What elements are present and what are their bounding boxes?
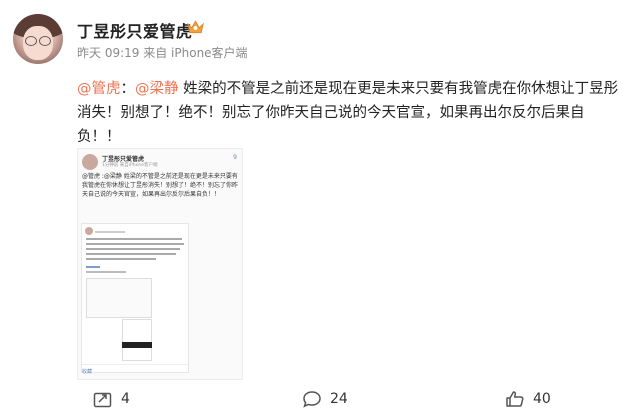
nested-screenshot <box>81 223 189 373</box>
nested-action-bar <box>82 364 188 372</box>
post-header: 丁昱彤只爱管虎 昨天 09:19 来自 iPhone客户端 <box>0 0 640 66</box>
post-source[interactable]: 来自 iPhone客户端 <box>143 46 247 60</box>
crown-badge-icon <box>187 20 204 34</box>
nested-card <box>86 278 152 318</box>
nested-card-2 <box>122 319 152 361</box>
mention-guanhu[interactable]: @管虎 <box>77 81 121 97</box>
nested-avatar <box>85 227 93 235</box>
like-button[interactable]: 40 <box>505 388 551 410</box>
embedded-screenshot-image[interactable]: 丁昱彤只爱管虎 1分钟前 来自iPhone客户端 9 @管虎 :@梁静 姓梁的不… <box>77 148 243 380</box>
like-count: 40 <box>533 391 551 407</box>
avatar-glasses-left <box>25 36 37 46</box>
repost-icon <box>93 392 112 408</box>
thumbs-up-icon <box>506 391 524 407</box>
embedded-text: @管虎 :@梁静 姓梁的不管是之前还是现在更是未来只要有我管虎在你休想让丁昱彤消… <box>82 173 239 198</box>
nested-redaction-bar <box>122 342 152 348</box>
nested-link-line <box>86 266 100 268</box>
avatar[interactable] <box>13 14 63 64</box>
nested-text-line <box>86 248 180 250</box>
repost-count: 4 <box>121 391 130 407</box>
action-bar: 4 24 40 <box>0 384 640 415</box>
repost-button[interactable]: 4 <box>93 388 130 410</box>
nested-text-line <box>86 253 176 255</box>
embedded-meta: 1分钟前 来自iPhone客户端 <box>102 163 158 168</box>
embedded-avatar <box>82 154 98 170</box>
nested-text-line <box>86 238 182 240</box>
avatar-glasses-right <box>39 36 51 46</box>
embedded-footer: 收藏 <box>82 369 93 375</box>
post-time: 昨天 09:19 <box>77 46 140 60</box>
author-name[interactable]: 丁昱彤只爱管虎 <box>77 18 193 42</box>
nested-meta-line <box>95 231 125 233</box>
mention-liangjing[interactable]: @梁静 <box>135 81 179 97</box>
comment-button[interactable]: 24 <box>302 388 348 410</box>
post-meta: 昨天 09:19 来自 iPhone客户端 <box>77 44 248 61</box>
embedded-count: 9 <box>233 154 237 161</box>
nested-text-line <box>86 258 156 260</box>
nested-text-line <box>86 243 184 245</box>
comment-count: 24 <box>330 391 348 407</box>
colon: ： <box>120 81 136 97</box>
nested-text-line <box>86 271 126 273</box>
comment-icon <box>303 391 321 408</box>
post-body: @管虎：@梁静 姓梁的不管是之前还是现在更是未来只要有我管虎在你休想让丁昱彤消失… <box>77 77 622 149</box>
